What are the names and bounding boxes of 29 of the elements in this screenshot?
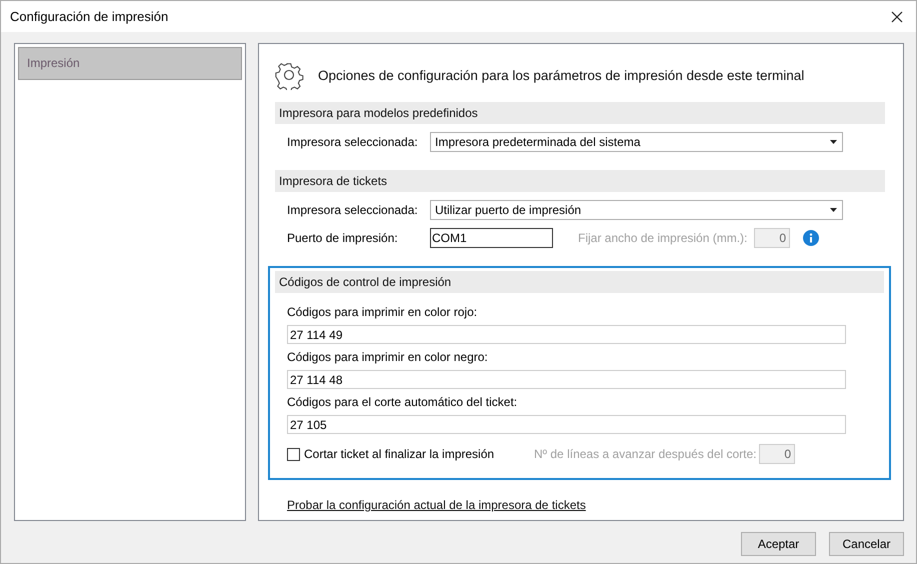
input-field[interactable]: 27 105	[287, 415, 846, 434]
dialog-button[interactable]: Aceptar	[741, 532, 816, 556]
checkbox[interactable]: Cortar ticket al finalizar la impresión	[287, 447, 534, 461]
close-icon[interactable]	[891, 10, 903, 22]
test-link[interactable]: Probar la configuración actual de la impresora de tickets	[287, 498, 586, 512]
gear-icon	[274, 60, 304, 90]
field-label: Nº de líneas a avanzar después del corte:	[534, 447, 758, 461]
input-field[interactable]: 27 114 49	[287, 325, 846, 344]
field-label: Impresora seleccionada:	[287, 203, 419, 217]
field-label: Fijar ancho de impresión (mm.):	[578, 231, 748, 245]
section-header: Impresora para modelos predefinidos	[275, 102, 885, 124]
input-field[interactable]: 27 114 48	[287, 370, 846, 389]
window-title: Configuración de impresión	[10, 9, 168, 24]
caret-icon	[830, 140, 837, 144]
field-label: Códigos para imprimir en color negro:	[287, 350, 489, 364]
sidebar-item[interactable]: Impresión	[18, 47, 242, 80]
panel-heading: Opciones de configuración para los parámetros de impresión desde este terminal	[318, 68, 804, 82]
field-label: Impresora seleccionada:	[287, 135, 419, 149]
input-field[interactable]: COM1	[430, 228, 553, 248]
field-label: Códigos para imprimir en color rojo:	[287, 305, 478, 319]
section-header: Impresora de tickets	[275, 170, 885, 192]
dropdown[interactable]: Impresora predeterminada del sistema	[430, 132, 843, 152]
field-label: Códigos para el corte automático del ticket:	[287, 395, 518, 409]
dropdown[interactable]: Utilizar puerto de impresión	[430, 200, 843, 220]
dialog-button[interactable]: Cancelar	[829, 532, 904, 556]
info-icon[interactable]	[803, 230, 819, 246]
field-label: Puerto de impresión:	[287, 231, 399, 245]
section-header: Códigos de control de impresión	[275, 271, 884, 293]
caret-icon	[830, 208, 837, 212]
